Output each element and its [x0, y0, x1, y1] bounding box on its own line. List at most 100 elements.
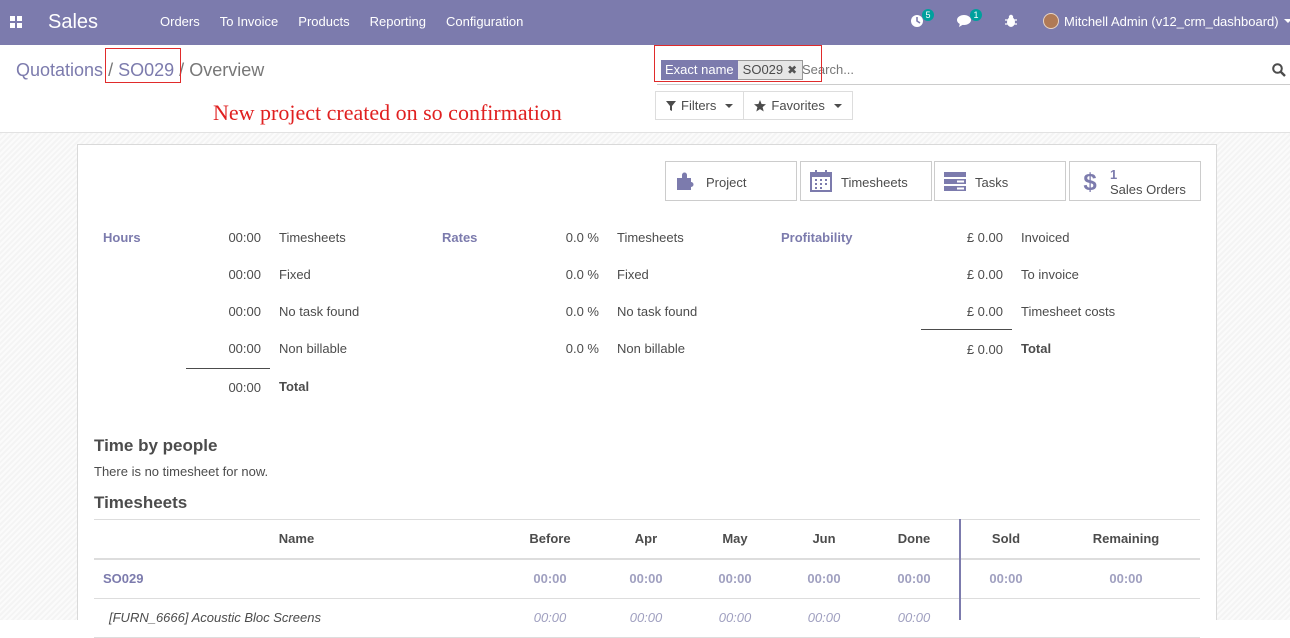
hours-label: Timesheets [279, 230, 346, 245]
table-header: Name Before Apr May Jun Done Sold Remain… [94, 520, 1200, 560]
profitability-label: Timesheet costs [1021, 304, 1116, 319]
profitability-total-value: £ 0.00 [966, 342, 1003, 357]
breadcrumb-current: Overview [189, 60, 265, 80]
messages-button[interactable]: 1 [957, 9, 982, 28]
app-name: Sales [48, 11, 99, 33]
column-divider [959, 519, 961, 620]
user-menu[interactable]: Mitchell Admin (v12_crm_dashboard) [1043, 13, 1290, 29]
hours-total-label: Total [279, 379, 310, 394]
rates-value: 0.0 % [565, 267, 599, 282]
profitability-label: To invoice [1021, 267, 1079, 282]
hours-value: 00:00 [228, 341, 261, 356]
menu-item-orders[interactable]: Orders [160, 14, 200, 30]
column-header-done: Done [897, 531, 931, 546]
cell-before: 00:00 [533, 571, 567, 586]
filters-label: Filters [681, 98, 717, 113]
highlight-box-so029 [105, 48, 181, 83]
filters-button[interactable]: Filters [655, 91, 745, 120]
activity-count-badge: 5 [922, 9, 934, 21]
hours-total-value: 00:00 [228, 380, 261, 395]
cell-jun: 00:00 [807, 571, 841, 586]
profitability-total-label: Total [1021, 341, 1052, 356]
search-options: Filters Favorites [655, 91, 853, 120]
timesheets-label: Timesheets [841, 175, 908, 190]
column-header-sold: Sold [991, 531, 1021, 546]
timesheets-table: Name Before Apr May Jun Done Sold Remain… [94, 519, 1200, 638]
hours-label: Non billable [279, 341, 347, 356]
column-header-name: Name [278, 531, 315, 546]
chevron-down-icon [1283, 19, 1290, 23]
rates-label: Fixed [617, 267, 649, 282]
menu-item-products[interactable]: Products [298, 14, 349, 30]
top-navbar: Sales Orders To Invoice Products Reporti… [0, 0, 1290, 45]
dollar-icon: $ [1083, 169, 1097, 193]
breadcrumb-quotations[interactable]: Quotations [16, 60, 103, 80]
time-by-people-title: Time by people [94, 436, 218, 455]
hours-value: 00:00 [228, 267, 261, 282]
favorites-label: Favorites [771, 98, 825, 113]
rates-value: 0.0 % [565, 304, 599, 319]
cell-apr: 00:00 [629, 610, 663, 625]
bug-icon [1005, 14, 1017, 27]
message-count-badge: 1 [970, 9, 982, 21]
avatar [1043, 13, 1059, 29]
favorites-button[interactable]: Favorites [743, 91, 853, 120]
sales-orders-stat-button[interactable]: $ 1 Sales Orders [1069, 161, 1201, 201]
cell-jun: 00:00 [807, 610, 841, 625]
project-stat-button[interactable]: Project [665, 161, 797, 201]
hours-label: Fixed [279, 267, 311, 282]
rates-value: 0.0 % [565, 341, 599, 356]
profitability-title: Profitability [781, 230, 853, 245]
cell-before: 00:00 [533, 610, 567, 625]
table-row: [FURN_6666] Acoustic Bloc Screens 00:00 … [94, 599, 1200, 638]
hours-title: Hours [103, 230, 141, 245]
total-divider [186, 368, 270, 369]
profitability-value: £ 0.00 [966, 267, 1003, 282]
search-icon[interactable] [1272, 63, 1286, 77]
chevron-down-icon [833, 103, 842, 108]
puzzle-icon [677, 172, 694, 190]
no-timesheet-text: There is no timesheet for now. [94, 464, 269, 479]
hours-value: 00:00 [228, 230, 261, 245]
profitability-value: £ 0.00 [966, 230, 1003, 245]
hours-label: No task found [279, 304, 360, 319]
control-panel: Quotations / SO029 / Overview New projec… [0, 45, 1290, 133]
cell-done: 00:00 [897, 571, 931, 586]
cell-done: 00:00 [897, 610, 931, 625]
column-header-may: May [722, 531, 748, 546]
column-header-before: Before [529, 531, 571, 546]
menu-item-reporting[interactable]: Reporting [370, 14, 426, 30]
column-header-jun: Jun [812, 531, 836, 546]
row-name-link[interactable]: SO029 [103, 560, 143, 598]
highlight-box-search-facet [654, 45, 822, 82]
cell-remaining: 00:00 [1109, 571, 1143, 586]
tasks-icon [944, 172, 966, 191]
rates-label: Timesheets [617, 230, 684, 245]
user-name: Mitchell Admin (v12_crm_dashboard) [1064, 13, 1279, 29]
chevron-down-icon [725, 103, 734, 108]
column-header-remaining: Remaining [1092, 531, 1160, 546]
menu-item-configuration[interactable]: Configuration [446, 14, 523, 30]
timesheets-stat-button[interactable]: Timesheets [800, 161, 932, 201]
row-name: [FURN_6666] Acoustic Bloc Screens [109, 610, 321, 625]
debug-button[interactable] [1005, 12, 1017, 28]
cell-may: 00:00 [718, 610, 752, 625]
cell-may: 00:00 [718, 571, 752, 586]
svg-text:$: $ [1083, 169, 1097, 193]
calendar-icon [810, 170, 832, 192]
tasks-label: Tasks [975, 175, 1009, 190]
main-menu: Orders To Invoice Products Reporting Con… [160, 14, 523, 30]
activity-button[interactable]: 5 [910, 9, 934, 28]
table-row: SO029 00:00 00:00 00:00 00:00 00:00 00:0… [94, 560, 1200, 599]
profitability-label: Invoiced [1021, 230, 1070, 245]
annotation-text: New project created on so confirmation [213, 100, 562, 125]
rates-value: 0.0 % [565, 230, 599, 245]
search-input[interactable] [802, 62, 1242, 77]
star-icon [754, 99, 767, 111]
cell-sold: 00:00 [989, 571, 1023, 586]
menu-item-to-invoice[interactable]: To Invoice [220, 14, 279, 30]
rates-label: No task found [617, 304, 698, 319]
apps-menu-icon[interactable] [10, 16, 22, 28]
tasks-stat-button[interactable]: Tasks [934, 161, 1066, 201]
sales-orders-label: Sales Orders [1110, 182, 1186, 197]
